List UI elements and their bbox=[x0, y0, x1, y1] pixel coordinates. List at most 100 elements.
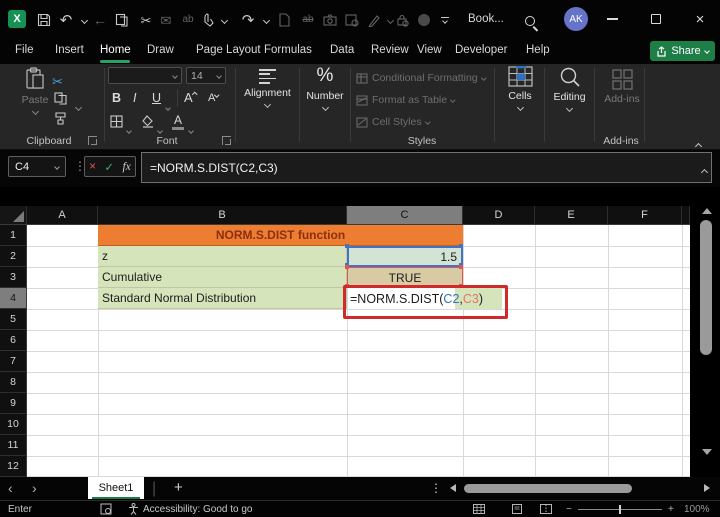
row-header-1[interactable]: 1 bbox=[0, 225, 27, 246]
cut-button[interactable]: ✂ bbox=[52, 74, 63, 90]
sheet-options-icon[interactable]: ⋮ bbox=[430, 481, 442, 495]
scroll-up-icon[interactable] bbox=[702, 208, 712, 214]
column-header-c[interactable]: C bbox=[347, 206, 463, 225]
cell-b3[interactable]: Cumulative bbox=[98, 267, 347, 288]
paste-button[interactable]: Paste bbox=[14, 67, 56, 116]
zoom-in-button[interactable]: + bbox=[668, 504, 674, 515]
redo-dropdown-icon[interactable] bbox=[258, 11, 274, 29]
name-box[interactable]: C4 bbox=[8, 156, 66, 177]
formula-input[interactable]: =NORM.S.DIST(C2,C3) bbox=[141, 152, 712, 183]
touch-mode-icon[interactable] bbox=[200, 11, 216, 29]
avatar[interactable]: AK bbox=[564, 7, 588, 31]
tab-home[interactable]: Home bbox=[100, 44, 131, 56]
format-painter-button[interactable] bbox=[54, 112, 68, 125]
row-header-4[interactable]: 4 bbox=[0, 288, 27, 309]
format-as-table-button[interactable]: Format as Table bbox=[356, 94, 456, 106]
row-header-5[interactable]: 5 bbox=[0, 309, 27, 330]
tab-draw[interactable]: Draw bbox=[147, 44, 174, 56]
copy-button[interactable] bbox=[54, 92, 67, 105]
font-color-button[interactable]: A bbox=[172, 113, 184, 130]
tab-developer[interactable]: Developer bbox=[455, 44, 507, 56]
fill-color-button[interactable] bbox=[141, 115, 155, 128]
minimize-button[interactable] bbox=[596, 0, 628, 38]
cell-b1-title[interactable]: NORM.S.DIST function bbox=[98, 225, 463, 246]
scroll-down-icon[interactable] bbox=[702, 449, 712, 455]
tab-review[interactable]: Review bbox=[371, 44, 409, 56]
column-header-d[interactable]: D bbox=[463, 206, 535, 225]
column-header-a[interactable]: A bbox=[27, 206, 98, 225]
tab-file[interactable]: File bbox=[15, 44, 34, 56]
undo-dropdown-icon[interactable] bbox=[76, 11, 92, 29]
bold-button[interactable]: B bbox=[112, 91, 121, 105]
column-header-b[interactable]: B bbox=[98, 206, 347, 225]
search-icon[interactable] bbox=[522, 12, 538, 30]
editing-button[interactable]: Editing bbox=[547, 66, 592, 113]
font-name-select[interactable] bbox=[108, 67, 182, 84]
cell-b2[interactable]: z bbox=[98, 246, 347, 267]
tab-page-layout[interactable]: Page Layout bbox=[196, 44, 261, 56]
next-sheet-icon[interactable]: › bbox=[32, 480, 37, 496]
sheet-tab-sheet1[interactable]: Sheet1 bbox=[88, 477, 144, 499]
touch-mode-dropdown-icon[interactable] bbox=[216, 11, 232, 29]
undo-button[interactable]: ↶ bbox=[58, 11, 74, 29]
select-all-corner[interactable] bbox=[0, 206, 27, 225]
close-button[interactable]: × bbox=[684, 0, 716, 38]
page-layout-view-icon[interactable] bbox=[511, 504, 523, 514]
macro-record-icon[interactable] bbox=[100, 503, 112, 515]
prev-sheet-icon[interactable]: ‹ bbox=[8, 480, 13, 496]
borders-button[interactable] bbox=[110, 115, 123, 128]
conditional-formatting-button[interactable]: Conditional Formatting bbox=[356, 72, 486, 84]
row-header-7[interactable]: 7 bbox=[0, 351, 27, 372]
horizontal-scrollbar-thumb[interactable] bbox=[464, 484, 632, 493]
hscroll-left-icon[interactable] bbox=[450, 484, 456, 492]
zoom-out-button[interactable]: − bbox=[566, 504, 572, 515]
vertical-scrollbar-thumb[interactable] bbox=[700, 220, 712, 355]
row-header-2[interactable]: 2 bbox=[0, 246, 27, 267]
font-dialog-launcher-icon[interactable] bbox=[222, 136, 231, 145]
row-header-9[interactable]: 9 bbox=[0, 393, 27, 414]
row-header-8[interactable]: 8 bbox=[0, 372, 27, 393]
normal-view-icon[interactable] bbox=[473, 504, 485, 514]
cell-styles-button[interactable]: Cell Styles bbox=[356, 116, 430, 128]
tab-formulas[interactable]: Formulas bbox=[264, 44, 312, 56]
row-header-11[interactable]: 11 bbox=[0, 435, 27, 456]
number-button[interactable]: % Number bbox=[301, 65, 349, 112]
page-break-view-icon[interactable] bbox=[540, 504, 552, 514]
tab-insert[interactable]: Insert bbox=[55, 44, 84, 56]
add-sheet-button[interactable]: + bbox=[174, 479, 183, 496]
italic-button[interactable]: I bbox=[133, 91, 136, 105]
cut-icon[interactable]: ✂ bbox=[138, 11, 154, 29]
cell-c2[interactable]: 1.5 bbox=[347, 246, 463, 267]
maximize-button[interactable] bbox=[640, 0, 672, 38]
font-size-select[interactable]: 14 bbox=[186, 67, 226, 84]
column-header-e[interactable]: E bbox=[535, 206, 608, 225]
row-header-12[interactable]: 12 bbox=[0, 456, 27, 477]
tab-view[interactable]: View bbox=[417, 44, 442, 56]
accessibility-icon[interactable] bbox=[128, 503, 139, 515]
enter-button[interactable]: ✓ bbox=[104, 160, 114, 174]
expand-formula-bar-icon[interactable] bbox=[700, 162, 709, 180]
zoom-level[interactable]: 100% bbox=[684, 504, 710, 515]
tab-help[interactable]: Help bbox=[526, 44, 550, 56]
qat-overflow-icon[interactable] bbox=[437, 11, 453, 29]
clipboard-dialog-launcher-icon[interactable] bbox=[88, 136, 97, 145]
underline-button[interactable]: U bbox=[152, 91, 161, 105]
tab-data[interactable]: Data bbox=[330, 44, 354, 56]
accessibility-status[interactable]: Accessibility: Good to go bbox=[143, 504, 253, 515]
cells-button[interactable]: Cells bbox=[497, 66, 543, 112]
cancel-button[interactable]: × bbox=[89, 161, 96, 173]
copy-dropdown-icon[interactable] bbox=[74, 97, 83, 115]
row-header-6[interactable]: 6 bbox=[0, 330, 27, 351]
increase-font-button[interactable]: A bbox=[184, 90, 197, 105]
zoom-slider-thumb[interactable] bbox=[619, 505, 621, 514]
alignment-button[interactable]: Alignment bbox=[237, 69, 298, 108]
share-button[interactable]: Share bbox=[650, 41, 715, 61]
underline-dropdown-icon[interactable] bbox=[165, 97, 171, 115]
decrease-font-button[interactable]: A bbox=[208, 91, 220, 104]
copy-icon[interactable] bbox=[114, 11, 130, 29]
column-header-f[interactable]: F bbox=[608, 206, 682, 225]
insert-function-button[interactable]: fx bbox=[122, 161, 130, 173]
hscroll-right-icon[interactable] bbox=[704, 484, 710, 492]
row-header-10[interactable]: 10 bbox=[0, 414, 27, 435]
cell-b4[interactable]: Standard Normal Distribution bbox=[98, 288, 347, 309]
